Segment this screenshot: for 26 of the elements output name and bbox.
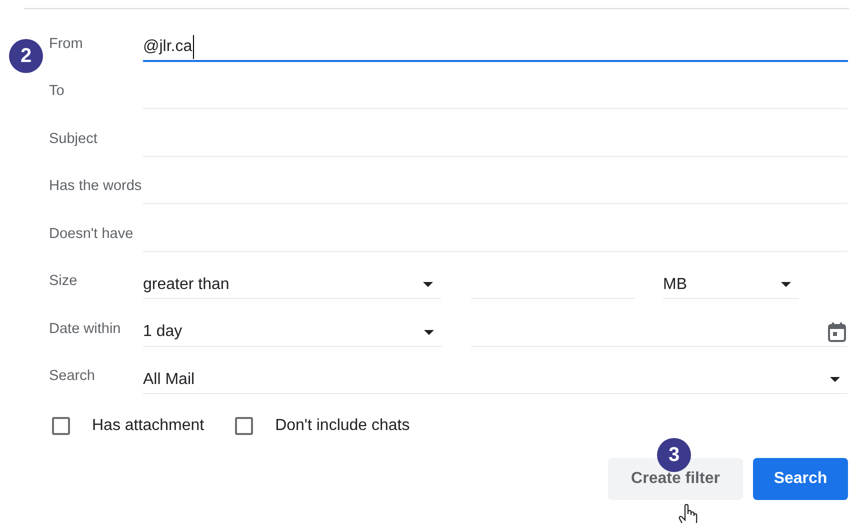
checkbox[interactable] bbox=[52, 417, 70, 435]
field-label: To bbox=[49, 82, 66, 102]
comparison-dropdown[interactable]: greater than bbox=[143, 271, 441, 299]
step-number-badge: 3 bbox=[657, 438, 691, 472]
unit-dropdown[interactable]: MB bbox=[663, 271, 799, 299]
field-label: Search bbox=[49, 367, 96, 386]
checkbox-label: Has attachment bbox=[92, 416, 204, 436]
text-field[interactable]: @jlr.ca bbox=[143, 34, 848, 62]
dropdown-caret-icon bbox=[424, 330, 434, 334]
dropdown-caret-icon bbox=[423, 282, 433, 287]
calendar-icon[interactable] bbox=[828, 322, 846, 342]
search-button[interactable]: Search bbox=[753, 458, 848, 500]
dropdown-caret-icon bbox=[830, 377, 840, 382]
hand-cursor-icon bbox=[678, 504, 700, 523]
mailbox-dropdown[interactable]: All Mail bbox=[143, 366, 848, 394]
field-label: From bbox=[49, 34, 84, 54]
field-label: Subject bbox=[49, 130, 98, 149]
field-label: Doesn't have bbox=[49, 224, 134, 244]
checkbox[interactable] bbox=[235, 417, 254, 435]
dropdown-caret-icon bbox=[781, 282, 791, 287]
step-number-badge: 2 bbox=[9, 39, 43, 73]
field-label: Date within bbox=[49, 320, 122, 339]
date-range-dropdown[interactable]: 1 day bbox=[143, 318, 442, 346]
checkbox-label: Don't include chats bbox=[275, 416, 410, 436]
field-label: Has the words bbox=[49, 177, 143, 196]
field-label: Size bbox=[49, 272, 78, 292]
